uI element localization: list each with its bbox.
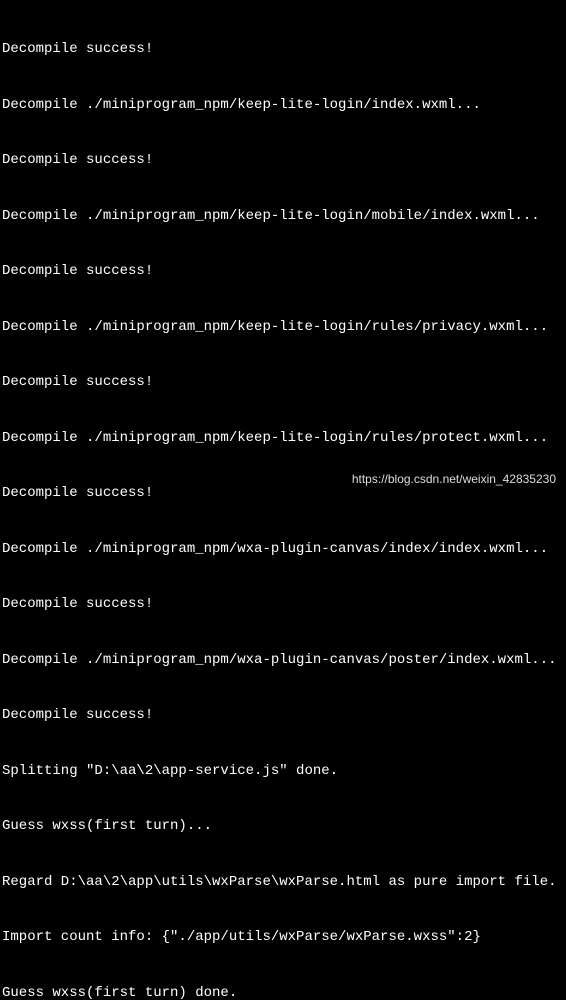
output-line: Decompile success! — [2, 40, 564, 59]
output-line: Decompile ./miniprogram_npm/wxa-plugin-c… — [2, 540, 564, 559]
output-line: Decompile success! — [2, 706, 564, 725]
watermark-text: https://blog.csdn.net/weixin_42835230 — [352, 470, 556, 489]
output-line: Decompile success! — [2, 262, 564, 281]
output-line: Decompile ./miniprogram_npm/keep-lite-lo… — [2, 318, 564, 337]
output-line: Regard D:\aa\2\app\utils\wxParse\wxParse… — [2, 873, 564, 892]
output-line: Decompile success! — [2, 595, 564, 614]
output-line: Splitting "D:\aa\2\app-service.js" done. — [2, 762, 564, 781]
output-line: Import count info: {"./app/utils/wxParse… — [2, 928, 564, 947]
output-line: Decompile ./miniprogram_npm/keep-lite-lo… — [2, 429, 564, 448]
output-line: Decompile ./miniprogram_npm/keep-lite-lo… — [2, 207, 564, 226]
output-line: Guess wxss(first turn) done. — [2, 984, 564, 1000]
output-line: Decompile success! — [2, 151, 564, 170]
output-line: Decompile success! — [2, 373, 564, 392]
output-line: Decompile ./miniprogram_npm/keep-lite-lo… — [2, 96, 564, 115]
output-line: Decompile ./miniprogram_npm/wxa-plugin-c… — [2, 651, 564, 670]
output-line: Guess wxss(first turn)... — [2, 817, 564, 836]
terminal-output: Decompile success! Decompile ./miniprogr… — [2, 3, 564, 1000]
